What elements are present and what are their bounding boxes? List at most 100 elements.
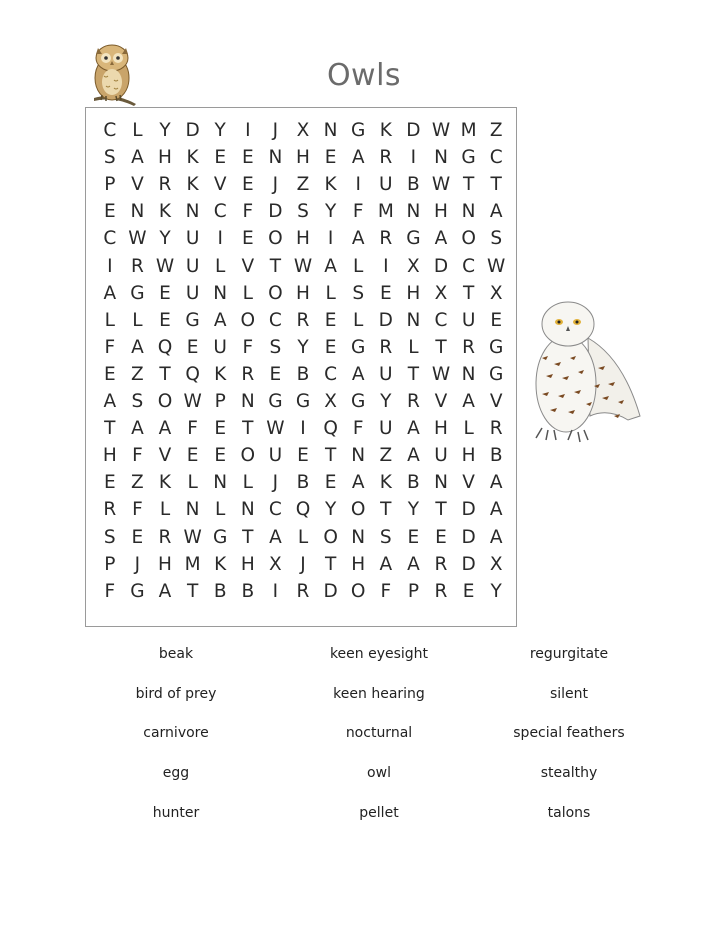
- grid-letter[interactable]: L: [206, 496, 234, 523]
- grid-letter[interactable]: L: [96, 307, 124, 334]
- grid-letter[interactable]: U: [372, 361, 400, 388]
- grid-letter[interactable]: P: [96, 171, 124, 198]
- grid-letter[interactable]: N: [400, 198, 428, 225]
- grid-letter[interactable]: W: [427, 361, 455, 388]
- grid-letter[interactable]: E: [317, 469, 345, 496]
- grid-letter[interactable]: E: [206, 144, 234, 171]
- grid-letter[interactable]: J: [262, 117, 290, 144]
- grid-letter[interactable]: I: [289, 415, 317, 442]
- grid-letter[interactable]: E: [96, 198, 124, 225]
- grid-letter[interactable]: I: [206, 225, 234, 252]
- grid-letter[interactable]: A: [124, 144, 152, 171]
- grid-letter[interactable]: L: [317, 280, 345, 307]
- grid-letter[interactable]: L: [455, 415, 483, 442]
- grid-letter[interactable]: A: [151, 415, 179, 442]
- grid-letter[interactable]: G: [262, 388, 290, 415]
- grid-letter[interactable]: Q: [151, 334, 179, 361]
- grid-letter[interactable]: V: [427, 388, 455, 415]
- grid-letter[interactable]: O: [344, 496, 372, 523]
- grid-letter[interactable]: T: [262, 253, 290, 280]
- grid-letter[interactable]: X: [482, 551, 510, 578]
- grid-letter[interactable]: A: [96, 280, 124, 307]
- grid-letter[interactable]: L: [124, 307, 152, 334]
- grid-letter[interactable]: Z: [482, 117, 510, 144]
- grid-letter[interactable]: T: [400, 361, 428, 388]
- grid-letter[interactable]: X: [262, 551, 290, 578]
- grid-letter[interactable]: U: [427, 442, 455, 469]
- grid-letter[interactable]: D: [179, 117, 207, 144]
- grid-letter[interactable]: H: [234, 551, 262, 578]
- grid-letter[interactable]: E: [179, 334, 207, 361]
- grid-letter[interactable]: R: [289, 307, 317, 334]
- grid-letter[interactable]: C: [96, 117, 124, 144]
- grid-letter[interactable]: G: [206, 524, 234, 551]
- grid-letter[interactable]: Y: [289, 334, 317, 361]
- grid-letter[interactable]: A: [317, 253, 345, 280]
- grid-letter[interactable]: N: [124, 198, 152, 225]
- grid-letter[interactable]: A: [151, 578, 179, 605]
- grid-letter[interactable]: I: [96, 253, 124, 280]
- grid-letter[interactable]: K: [151, 198, 179, 225]
- grid-letter[interactable]: L: [234, 280, 262, 307]
- grid-letter[interactable]: K: [372, 469, 400, 496]
- grid-letter[interactable]: T: [482, 171, 510, 198]
- grid-letter[interactable]: L: [179, 469, 207, 496]
- grid-letter[interactable]: H: [427, 198, 455, 225]
- grid-letter[interactable]: A: [400, 415, 428, 442]
- grid-letter[interactable]: I: [400, 144, 428, 171]
- grid-letter[interactable]: O: [151, 388, 179, 415]
- grid-letter[interactable]: E: [372, 280, 400, 307]
- grid-letter[interactable]: R: [289, 578, 317, 605]
- grid-letter[interactable]: T: [372, 496, 400, 523]
- grid-letter[interactable]: E: [482, 307, 510, 334]
- grid-letter[interactable]: X: [400, 253, 428, 280]
- grid-letter[interactable]: O: [234, 442, 262, 469]
- grid-letter[interactable]: R: [455, 334, 483, 361]
- grid-letter[interactable]: W: [179, 524, 207, 551]
- grid-letter[interactable]: N: [234, 388, 262, 415]
- grid-letter[interactable]: B: [234, 578, 262, 605]
- grid-letter[interactable]: W: [427, 171, 455, 198]
- grid-letter[interactable]: K: [151, 469, 179, 496]
- grid-letter[interactable]: A: [344, 225, 372, 252]
- grid-letter[interactable]: E: [234, 144, 262, 171]
- grid-letter[interactable]: H: [455, 442, 483, 469]
- grid-letter[interactable]: D: [455, 496, 483, 523]
- grid-letter[interactable]: X: [482, 280, 510, 307]
- grid-letter[interactable]: F: [234, 334, 262, 361]
- grid-letter[interactable]: O: [262, 225, 290, 252]
- grid-letter[interactable]: S: [96, 524, 124, 551]
- grid-letter[interactable]: K: [317, 171, 345, 198]
- grid-letter[interactable]: K: [206, 361, 234, 388]
- grid-letter[interactable]: S: [344, 280, 372, 307]
- grid-letter[interactable]: C: [482, 144, 510, 171]
- grid-letter[interactable]: E: [234, 225, 262, 252]
- grid-letter[interactable]: H: [289, 225, 317, 252]
- grid-letter[interactable]: T: [234, 415, 262, 442]
- grid-letter[interactable]: E: [206, 442, 234, 469]
- grid-letter[interactable]: A: [400, 442, 428, 469]
- grid-letter[interactable]: T: [96, 415, 124, 442]
- grid-letter[interactable]: B: [289, 361, 317, 388]
- grid-letter[interactable]: V: [234, 253, 262, 280]
- grid-letter[interactable]: N: [317, 117, 345, 144]
- grid-letter[interactable]: T: [179, 578, 207, 605]
- grid-letter[interactable]: C: [262, 496, 290, 523]
- grid-letter[interactable]: Q: [289, 496, 317, 523]
- grid-letter[interactable]: B: [289, 469, 317, 496]
- grid-letter[interactable]: U: [179, 253, 207, 280]
- grid-letter[interactable]: G: [455, 144, 483, 171]
- grid-letter[interactable]: I: [344, 171, 372, 198]
- grid-letter[interactable]: T: [455, 171, 483, 198]
- grid-letter[interactable]: U: [372, 171, 400, 198]
- grid-letter[interactable]: T: [427, 334, 455, 361]
- grid-letter[interactable]: K: [206, 551, 234, 578]
- grid-letter[interactable]: C: [455, 253, 483, 280]
- grid-letter[interactable]: R: [96, 496, 124, 523]
- grid-letter[interactable]: H: [344, 551, 372, 578]
- grid-letter[interactable]: P: [206, 388, 234, 415]
- grid-letter[interactable]: Y: [400, 496, 428, 523]
- grid-letter[interactable]: G: [482, 334, 510, 361]
- grid-letter[interactable]: R: [372, 334, 400, 361]
- grid-letter[interactable]: A: [206, 307, 234, 334]
